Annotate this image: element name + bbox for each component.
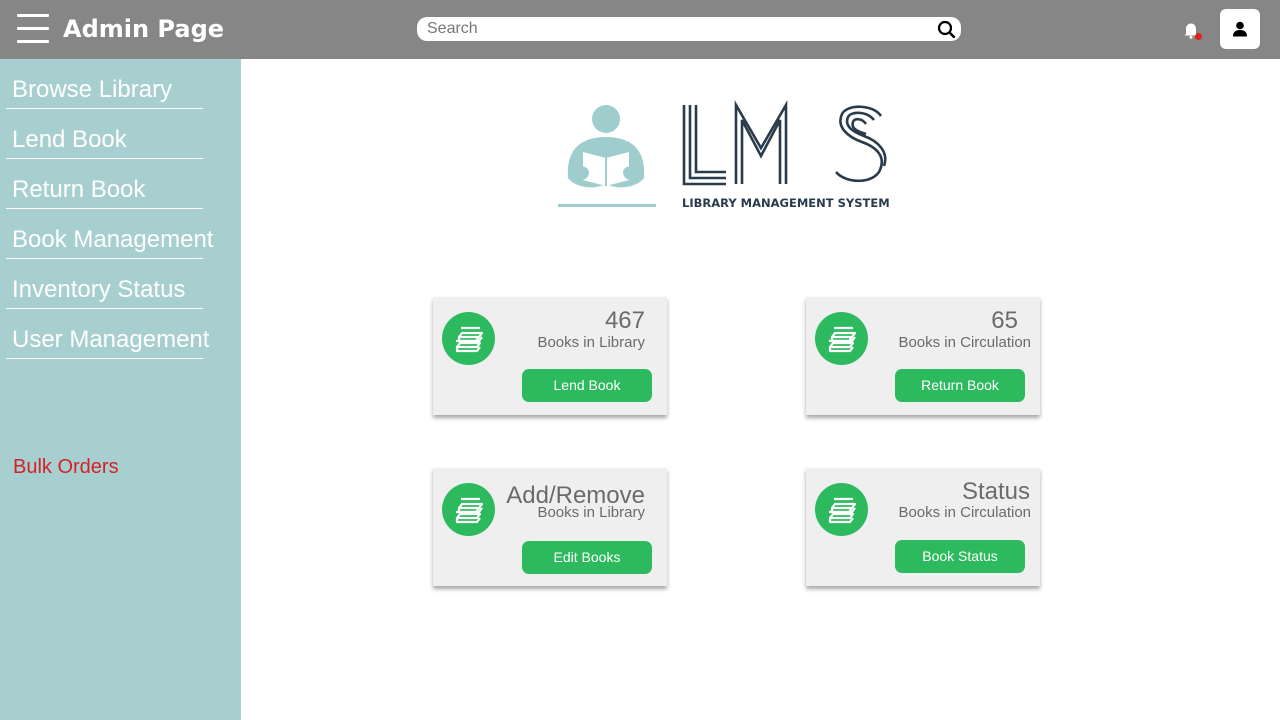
notification-dot: [1195, 33, 1202, 40]
sidebar-item-label: Lend Book: [12, 126, 127, 153]
bell-icon: [1184, 23, 1202, 40]
logo-tagline: LIBRARY MANAGEMENT SYSTEM: [682, 196, 890, 210]
card-subtitle: Books in Library: [537, 334, 645, 351]
book-status-button[interactable]: Book Status: [895, 540, 1025, 573]
page-title: Admin Page: [63, 15, 225, 43]
user-icon: [1233, 21, 1247, 37]
card-books-in-circulation: 65 Books in Circulation Return Book: [806, 297, 1040, 415]
top-bar: Admin Page: [0, 0, 1280, 59]
sidebar-item-bulk-orders[interactable]: Bulk Orders: [13, 456, 119, 479]
menu-icon[interactable]: [17, 14, 49, 44]
sidebar-item-return-book[interactable]: Return Book: [6, 159, 203, 209]
edit-books-button[interactable]: Edit Books: [522, 541, 652, 574]
card-title: Status: [961, 478, 1030, 505]
card-add-remove-books: Add/Remove Books in Library Edit Books: [433, 468, 667, 586]
books-icon: [815, 312, 868, 365]
card-subtitle: Books in Circulation: [898, 334, 1031, 351]
sidebar-item-label: Inventory Status: [12, 276, 186, 303]
card-title: 65: [991, 307, 1018, 334]
lend-book-button[interactable]: Lend Book: [522, 369, 652, 402]
search-bar: [417, 17, 961, 41]
search-input[interactable]: [427, 19, 927, 39]
sidebar-item-label: User Management: [12, 326, 210, 353]
sidebar-item-browse-library[interactable]: Browse Library: [6, 59, 203, 109]
books-icon: [442, 312, 495, 365]
sidebar-item-inventory-status[interactable]: Inventory Status: [6, 259, 203, 309]
books-icon: [815, 483, 868, 536]
sidebar-item-book-management[interactable]: Book Management: [6, 209, 213, 259]
card-title: 467: [604, 307, 645, 334]
card-subtitle: Books in Circulation: [898, 504, 1031, 521]
logo-graphic: LIBRARY MANAGEMENT SYSTEM: [558, 100, 890, 210]
sidebar-item-user-management[interactable]: User Management: [6, 309, 209, 359]
books-icon: [442, 483, 495, 536]
card-subtitle: Books in Library: [537, 504, 645, 521]
return-book-button[interactable]: Return Book: [895, 369, 1025, 402]
card-status: Status Books in Circulation Book Status: [806, 468, 1040, 586]
card-books-in-library: 467 Books in Library Lend Book: [433, 297, 667, 415]
lms-logo: LIBRARY MANAGEMENT SYSTEM: [556, 100, 896, 215]
sidebar-item-lend-book[interactable]: Lend Book: [6, 109, 203, 159]
sidebar-item-label: Return Book: [12, 176, 146, 203]
sidebar-item-label: Browse Library: [12, 76, 173, 103]
notification-bell[interactable]: [1181, 20, 1203, 42]
user-account-button[interactable]: [1220, 9, 1260, 49]
sidebar: Browse Library Lend Book Return Book Boo…: [0, 59, 241, 720]
sidebar-item-label: Book Management: [12, 226, 214, 253]
search-icon[interactable]: [937, 20, 955, 38]
